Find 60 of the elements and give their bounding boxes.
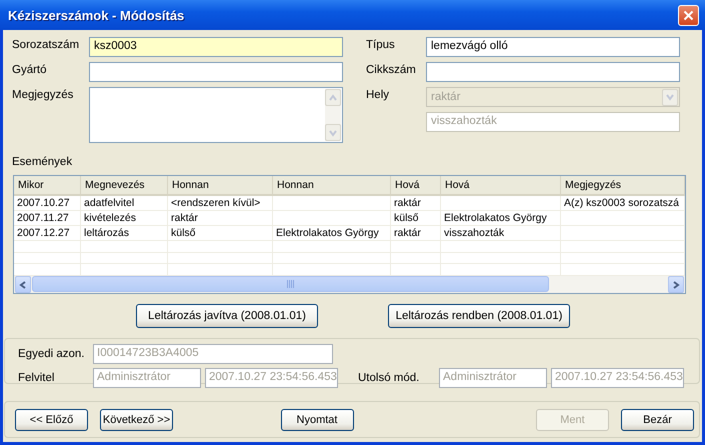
field-label: Cikkszám [366, 63, 417, 76]
column-header[interactable]: Honnan [273, 176, 391, 194]
chevron-left-icon [19, 280, 27, 289]
button[interactable]: Következő >> [100, 408, 173, 430]
text-field[interactable] [426, 62, 680, 82]
chevron-down-icon [666, 93, 674, 101]
notes-field[interactable] [89, 87, 343, 143]
button[interactable]: << Előző [15, 408, 88, 430]
table-cell: raktár [391, 226, 441, 240]
field-label: Hely [366, 88, 390, 101]
scroll-thumb[interactable] [32, 276, 549, 292]
column-header[interactable]: Megjegyzés [561, 176, 685, 194]
table-cell: leltározás [81, 226, 168, 240]
column-header[interactable]: Mikor [14, 176, 81, 194]
table-cell: adatfelvitel [81, 196, 168, 210]
table-cell: 2007.11.27 [14, 211, 81, 225]
button[interactable]: Nyomtat [280, 408, 354, 430]
text-field[interactable] [89, 62, 343, 82]
button[interactable]: Leltározás javítva (2008.01.01) [136, 304, 318, 328]
scroll-left-button[interactable] [15, 276, 31, 293]
field-label: Típus [366, 38, 396, 51]
column-header[interactable]: Honnan [168, 176, 273, 194]
scroll-right-button[interactable] [668, 276, 684, 293]
field-label: Gyártó [12, 63, 48, 76]
vertical-scrollbar[interactable] [325, 89, 341, 141]
table-cell: raktár [168, 211, 273, 225]
table-cell: 2007.12.27 [14, 226, 81, 240]
table-cell: <rendszeren kívül> [168, 196, 273, 210]
field-label: Megjegyzés [12, 88, 74, 101]
text-field[interactable]: ksz0003 [89, 37, 343, 57]
section-label: Események [12, 156, 74, 168]
horizontal-scrollbar[interactable] [14, 276, 685, 293]
scroll-down-button[interactable] [325, 124, 341, 141]
table-cell: kivételezés [81, 211, 168, 225]
dropdown-value: raktár [431, 91, 460, 103]
text-field[interactable]: lemezvágó olló [426, 37, 680, 57]
chevron-down-icon [329, 128, 337, 136]
field-label: Felvitel [18, 372, 56, 384]
table-cell: Elektrolakatos György [441, 211, 561, 225]
field-label: Egyedi azon. [18, 348, 86, 360]
button[interactable]: Leltározás rendben (2008.01.01) [388, 304, 570, 328]
window-title: Kéziszerszámok - Módosítás [8, 8, 184, 22]
column-header[interactable]: Hová [441, 176, 561, 194]
button[interactable]: Bezár [621, 408, 694, 430]
chevron-up-icon [329, 94, 337, 102]
chevron-right-icon [672, 280, 680, 289]
table-cell: 2007.10.27 [14, 196, 81, 210]
scroll-up-button[interactable] [325, 89, 341, 106]
column-header[interactable]: Megnevezés [81, 176, 168, 194]
table-cell: külső [168, 226, 273, 240]
column-header[interactable]: Hová [391, 176, 441, 194]
table-cell: Elektrolakatos György [273, 226, 391, 240]
table-cell: külső [391, 211, 441, 225]
close-icon [683, 10, 694, 20]
close-button[interactable] [678, 4, 699, 26]
field-label: Sorozatszám [12, 38, 80, 51]
table-cell: visszahozták [441, 226, 561, 240]
field-label: Utolsó mód. [358, 372, 420, 384]
table-cell: raktár [391, 196, 441, 210]
table-cell: A(z) ksz0003 sorozatszá [561, 196, 685, 210]
